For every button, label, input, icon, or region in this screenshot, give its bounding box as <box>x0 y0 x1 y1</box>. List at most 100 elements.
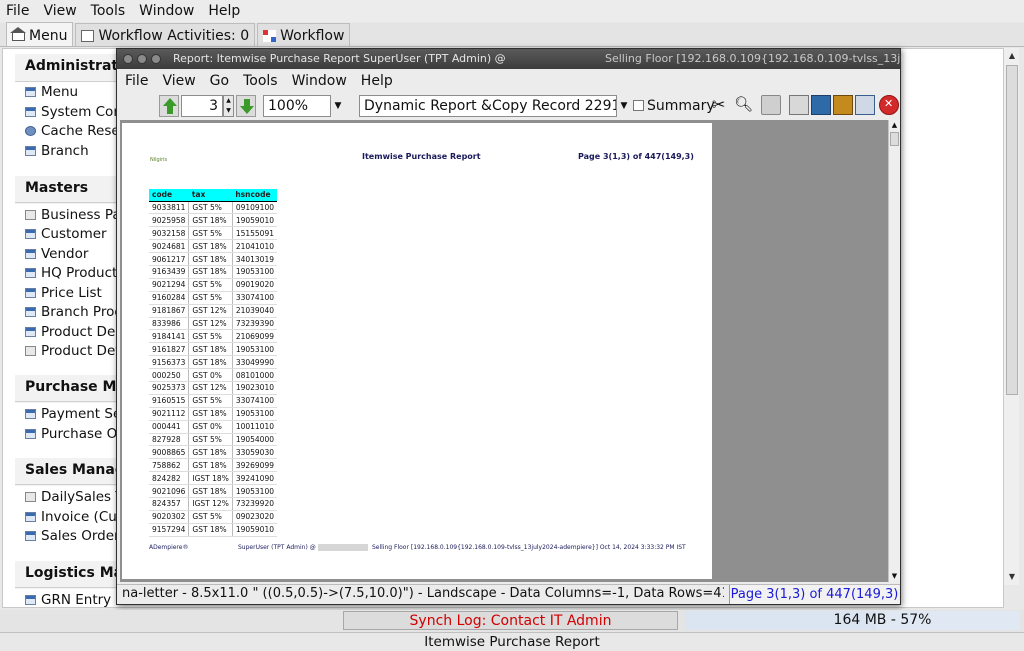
menu-tools[interactable]: Tools <box>91 3 126 19</box>
cell-tax: GST 18% <box>188 407 233 421</box>
menu-window[interactable]: Window <box>139 3 194 19</box>
cell-hsncode: 15155091 <box>232 226 278 241</box>
window-maximize-icon[interactable] <box>151 54 161 64</box>
menu-item-cache-reset[interactable]: Cache Reset <box>25 123 125 139</box>
report-menu-file[interactable]: File <box>125 73 148 89</box>
customize-icon[interactable]: ✂ <box>712 95 732 115</box>
cell-code: 827928 <box>149 433 190 447</box>
menu-item-system-config[interactable]: System Conf <box>25 104 127 120</box>
table-row: 833986 GST 12% 73239390 <box>149 317 278 331</box>
menu-item-label: Business Par <box>41 207 127 223</box>
report-scrollbar[interactable]: ▲ ▼ <box>888 120 900 582</box>
tab-menu[interactable]: Menu <box>6 22 74 46</box>
cell-code: 9160284 <box>149 291 190 305</box>
scroll-thumb[interactable] <box>1006 65 1018 395</box>
page-number-field[interactable]: 3 <box>181 95 223 117</box>
cell-code: 000441 <box>149 420 190 434</box>
cell-tax: GST 5% <box>188 510 233 524</box>
window-icon <box>25 429 36 439</box>
footer-server-info: Selling Floor [192.168.0.109{192.168.0.1… <box>372 544 686 551</box>
menu-item-branch[interactable]: Branch <box>25 143 89 159</box>
cell-hsncode: 21039040 <box>232 304 278 318</box>
menu-panel-scrollbar[interactable]: ▲ ▼ <box>1003 48 1019 585</box>
summary-checkbox[interactable] <box>633 100 644 111</box>
scroll-up-icon[interactable]: ▲ <box>889 120 900 131</box>
window-icon <box>25 595 36 605</box>
menu-item-business-partner[interactable]: Business Par <box>25 207 126 223</box>
report-window-icon[interactable] <box>855 95 875 115</box>
main-tab-strip: Menu Workflow Activities: 0 Workflow <box>0 22 1024 47</box>
window-close-icon[interactable] <box>123 54 133 64</box>
menu-item-sales-order[interactable]: Sales Order <box>25 528 120 544</box>
report-menu-window[interactable]: Window <box>292 73 347 89</box>
menu-item-payment-selection[interactable]: Payment Sel <box>25 406 125 422</box>
tab-menu-label: Menu <box>29 27 68 44</box>
report-menu-view[interactable]: View <box>162 73 195 89</box>
cell-code: 9160515 <box>149 394 190 408</box>
archive-icon[interactable] <box>811 95 831 115</box>
scroll-up-icon[interactable]: ▲ <box>1005 49 1019 63</box>
menu-item-dailysales[interactable]: DailySales Te <box>25 489 130 505</box>
previous-page-button[interactable] <box>159 95 179 117</box>
send-mail-icon[interactable] <box>789 95 809 115</box>
cell-tax: GST 5% <box>188 226 233 241</box>
tab-workflow[interactable]: Workflow <box>257 23 351 46</box>
table-row: 000441 GST 0% 10011010 <box>149 420 278 434</box>
scroll-down-icon[interactable]: ▼ <box>1005 570 1019 584</box>
cell-hsncode: 73239920 <box>232 497 278 511</box>
window-minimize-icon[interactable] <box>137 54 147 64</box>
cell-tax: GST 18% <box>188 252 233 266</box>
menu-item-grn-entry[interactable]: GRN Entry <box>25 592 111 607</box>
cell-tax: IGST 18% <box>188 471 233 486</box>
page-spinner[interactable]: ▲ ▼ <box>223 95 234 117</box>
cell-hsncode: 21069099 <box>232 329 278 344</box>
report-window-titlebar[interactable]: Report: Itemwise Purchase Report SuperUs… <box>117 49 903 69</box>
report-menu-help[interactable]: Help <box>361 73 393 89</box>
synch-log-status[interactable]: Synch Log: Contact IT Admin <box>343 611 678 630</box>
menu-item-invoice-customer[interactable]: Invoice (Cus <box>25 509 124 525</box>
report-selector[interactable]: Dynamic Report &Copy Record 2291032 <box>359 95 617 117</box>
menu-item-product-details[interactable]: Product Deta <box>25 343 129 359</box>
print-icon[interactable] <box>761 95 781 115</box>
tab-workflow-label: Workflow <box>280 28 345 44</box>
table-row: 9032158 GST 5% 15155091 <box>149 226 278 241</box>
table-row: 827928 GST 5% 19054000 <box>149 433 278 447</box>
close-report-icon[interactable] <box>879 95 899 115</box>
memory-label: 164 MB - 57% <box>833 612 932 628</box>
cell-code: 9025373 <box>149 381 190 395</box>
cell-code: 758862 <box>149 458 190 473</box>
form-icon <box>25 346 36 356</box>
report-menu-go[interactable]: Go <box>210 73 229 89</box>
zoom-dropdown-icon[interactable]: ▼ <box>331 95 345 117</box>
tab-workflow-activities[interactable]: Workflow Activities: 0 <box>75 23 256 46</box>
cell-hsncode: 39241090 <box>232 471 278 486</box>
export-icon[interactable] <box>833 95 853 115</box>
home-icon <box>10 27 26 41</box>
cell-hsncode: 19053100 <box>232 265 278 279</box>
table-row: 9061217 GST 18% 34013019 <box>149 252 278 266</box>
menu-file[interactable]: File <box>6 3 29 19</box>
cell-hsncode: 39269099 <box>232 458 278 473</box>
report-menu-tools[interactable]: Tools <box>243 73 278 89</box>
scroll-down-icon[interactable]: ▼ <box>889 571 900 582</box>
menu-item-price-list[interactable]: Price List <box>25 285 102 301</box>
menu-item-customer[interactable]: Customer <box>25 226 107 242</box>
menu-help[interactable]: Help <box>208 3 240 19</box>
zoom-select[interactable]: 100% <box>263 95 331 117</box>
memory-indicator[interactable]: 164 MB - 57% <box>685 611 1020 630</box>
window-icon <box>25 87 36 97</box>
footer-brand: ADempiere® <box>149 544 189 551</box>
find-icon[interactable]: 🔍︎ <box>734 95 754 115</box>
table-row: 9033811 GST 5% 09109100 <box>149 201 278 215</box>
next-page-button[interactable] <box>236 95 256 117</box>
cell-hsncode: 10011010 <box>232 420 278 434</box>
menu-item-menu[interactable]: Menu <box>25 84 78 100</box>
menu-item-vendor[interactable]: Vendor <box>25 246 88 262</box>
menu-view[interactable]: View <box>43 3 76 19</box>
report-selector-dropdown-icon[interactable]: ▼ <box>617 95 631 117</box>
cell-hsncode: 19023010 <box>232 381 278 395</box>
main-menubar: File View Tools Window Help <box>0 0 1024 22</box>
cell-tax: GST 18% <box>188 355 233 370</box>
scroll-thumb[interactable] <box>890 132 899 146</box>
table-row: 9163439 GST 18% 19053100 <box>149 265 278 279</box>
